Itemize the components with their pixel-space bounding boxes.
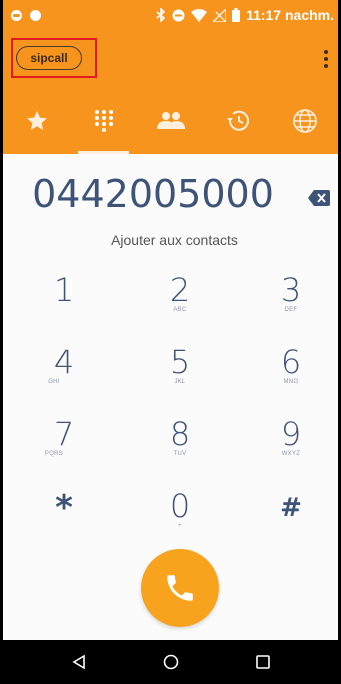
key-3[interactable]: 3 DEF [251, 272, 331, 332]
key-9[interactable]: 9 WXYZ [251, 416, 331, 476]
key-letters: JKL [174, 379, 186, 385]
minus-circle-icon [11, 9, 22, 21]
key-7[interactable]: 7 PQRS [24, 416, 104, 476]
wifi-icon [191, 8, 208, 22]
key-5[interactable]: 5 JKL [140, 344, 220, 404]
key-digit: 8 [169, 415, 191, 453]
star-icon [26, 111, 47, 130]
number-display: 0442005000 [3, 172, 338, 222]
key-letters: WXYZ [281, 451, 301, 457]
battery-icon [232, 8, 241, 22]
key-hash[interactable]: # [251, 488, 331, 548]
key-digit: 2 [169, 271, 191, 309]
key-digit: * [55, 488, 73, 528]
menu-dot [324, 50, 328, 54]
call-button[interactable] [141, 549, 219, 627]
dialer-panel: 0442005000 Ajouter aux contacts 1 2 ABC … [3, 154, 338, 640]
back-icon[interactable] [71, 654, 87, 670]
key-digit: 5 [169, 343, 191, 381]
key-letters: + [178, 523, 182, 529]
key-6[interactable]: 6 MNO [251, 344, 331, 404]
tab-contacts[interactable] [137, 88, 204, 154]
tab-dialpad[interactable] [70, 88, 137, 154]
account-selector-button[interactable]: sipcall [16, 46, 82, 70]
key-letters: PQRS [44, 451, 64, 457]
key-digit: 9 [280, 415, 302, 453]
globe-icon [292, 109, 317, 133]
home-icon[interactable] [163, 654, 179, 670]
key-digit: 0 [169, 487, 191, 525]
key-digit: 1 [53, 271, 75, 309]
key-letters: GHI [48, 379, 60, 385]
key-digit: 7 [53, 415, 75, 453]
phone-icon [167, 575, 193, 601]
key-letters: DEF [284, 307, 298, 313]
tab-favorites[interactable] [3, 88, 70, 154]
key-4[interactable]: 4 GHI [24, 344, 104, 404]
key-letters: MNO [283, 379, 299, 385]
dialed-number[interactable]: 0442005000 [3, 172, 303, 216]
key-0[interactable]: 0 + [140, 488, 220, 548]
key-digit: 3 [280, 271, 302, 309]
key-letters: TUV [173, 451, 187, 457]
backspace-icon[interactable] [308, 190, 330, 206]
menu-dot [324, 57, 328, 61]
tab-bar [3, 88, 338, 154]
add-to-contacts-link[interactable]: Ajouter aux contacts [3, 232, 338, 248]
do-not-disturb-icon [172, 9, 185, 21]
status-time: 11:17 nachm. [246, 7, 334, 23]
bluetooth-icon [156, 8, 166, 22]
key-digit: 6 [280, 343, 302, 381]
menu-dot [324, 64, 328, 68]
key-1[interactable]: 1 [24, 272, 104, 332]
contacts-icon [156, 112, 185, 129]
key-letters: ABC [173, 307, 187, 313]
key-star[interactable]: * [24, 488, 104, 548]
history-icon [226, 110, 249, 131]
tab-web[interactable] [271, 88, 338, 154]
overflow-menu-icon[interactable] [320, 48, 332, 70]
recents-icon[interactable] [256, 655, 270, 669]
tab-history[interactable] [204, 88, 271, 154]
system-nav-bar [3, 640, 338, 684]
notification-dot-icon [30, 9, 41, 21]
no-signal-icon [213, 8, 227, 22]
key-digit: 4 [53, 343, 75, 381]
dialpad-icon [94, 110, 113, 132]
status-bar: 11:17 nachm. [3, 0, 338, 30]
key-2[interactable]: 2 ABC [140, 272, 220, 332]
key-digit: # [280, 493, 302, 523]
key-8[interactable]: 8 TUV [140, 416, 220, 476]
app-bar: sipcall [3, 30, 338, 88]
